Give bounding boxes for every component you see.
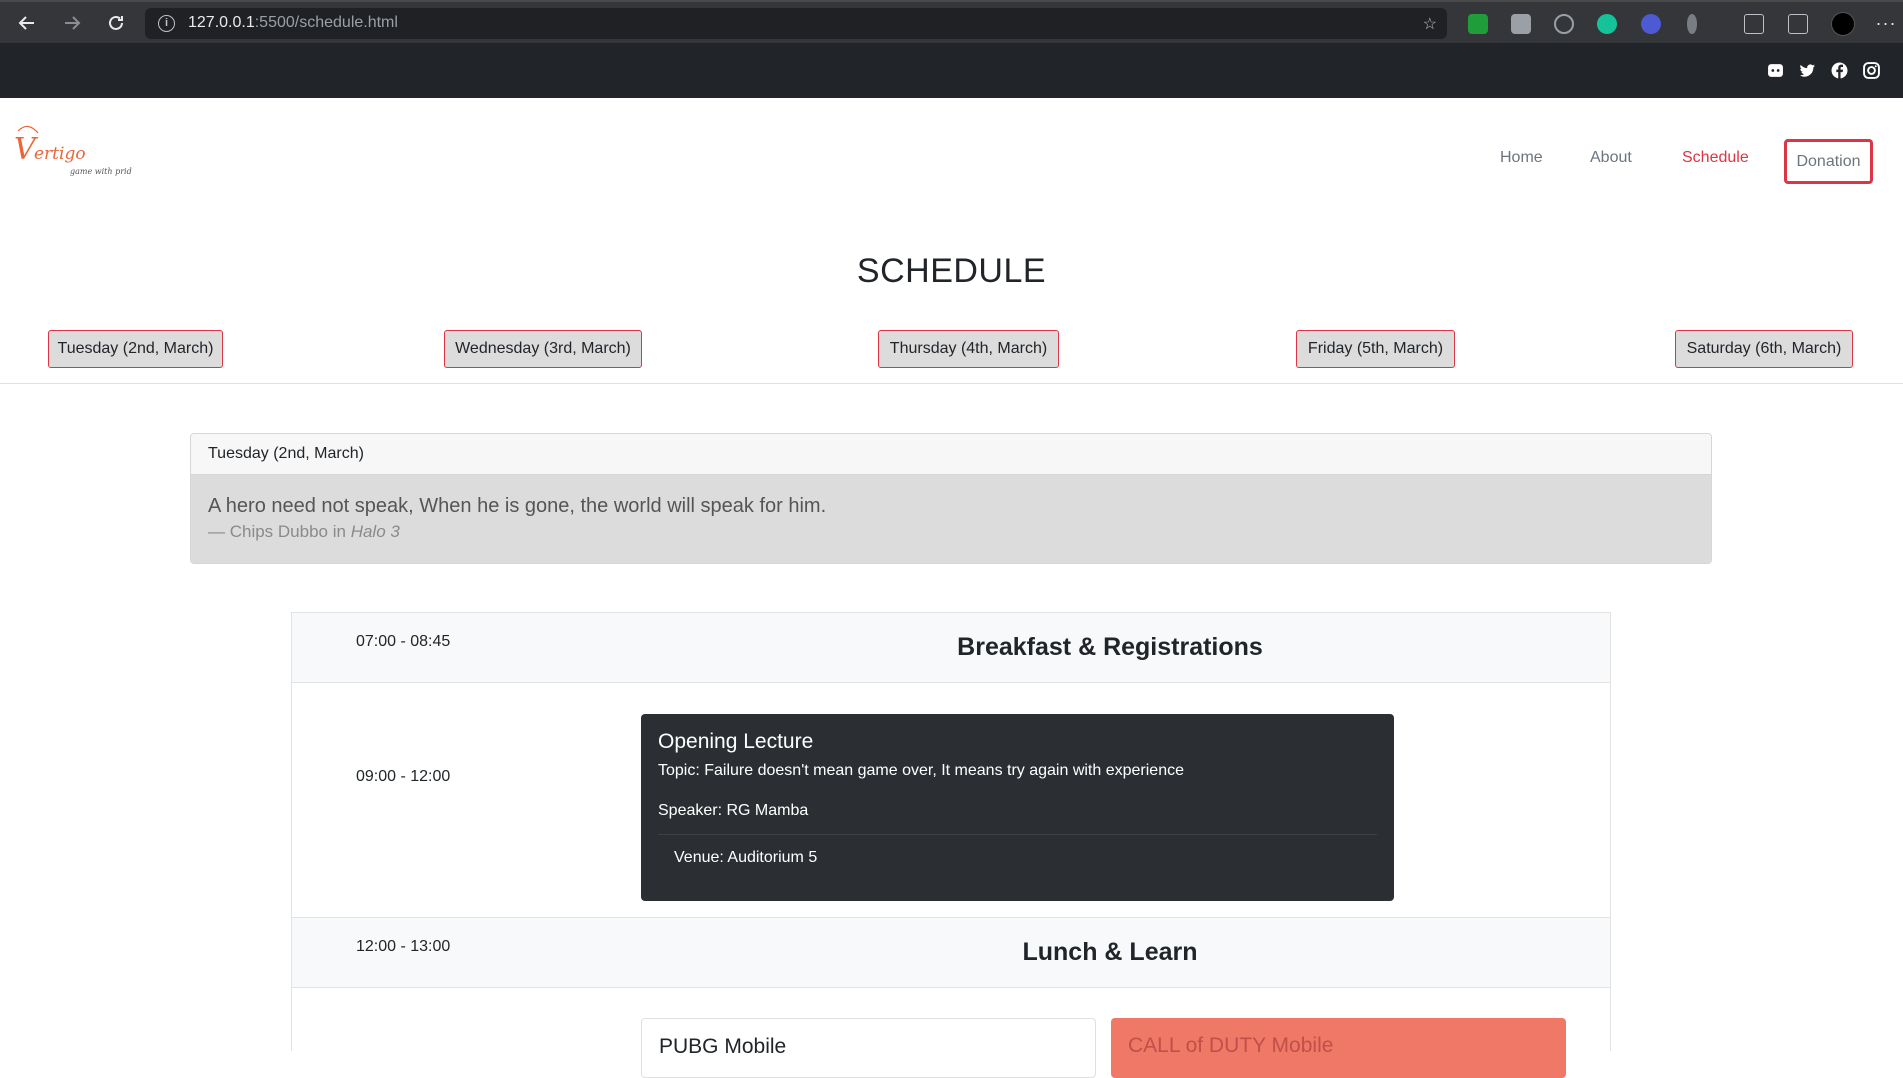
quote-source: — Chips Dubbo in Halo 3 [208, 522, 400, 541]
gear-extension-icon[interactable] [1641, 14, 1661, 34]
quote-card: Tuesday (2nd, March) A hero need not spe… [190, 433, 1712, 564]
collections-icon[interactable] [1788, 14, 1808, 34]
svg-text:ertigo: ertigo [34, 144, 86, 164]
game-card-pubg[interactable]: PUBG Mobile [641, 1018, 1096, 1078]
schedule-row: 12:00 - 13:00 Lunch & Learn [292, 918, 1610, 988]
nav-home[interactable]: Home [1500, 149, 1543, 167]
quote-source-work: Halo 3 [350, 522, 400, 541]
event-card: Opening Lecture Topic: Failure doesn't m… [641, 714, 1394, 901]
browser-toolbar: i 127.0.0.1:5500/schedule.html ☆ ··· [0, 0, 1903, 43]
row-time: 09:00 - 12:00 [356, 768, 451, 785]
event-divider [658, 834, 1377, 835]
divider [0, 383, 1903, 384]
top-social-bar [0, 43, 1903, 98]
moon-extension-icon[interactable] [1554, 14, 1574, 34]
discord-icon[interactable] [1767, 62, 1784, 79]
nav-schedule[interactable]: Schedule [1682, 149, 1749, 167]
back-icon[interactable] [15, 11, 39, 35]
game-card-cod[interactable]: CALL of DUTY Mobile [1111, 1018, 1566, 1078]
page-title: SCHEDULE [856, 252, 1047, 290]
event-speaker: Speaker: RG Mamba [658, 802, 809, 819]
day-tab-wednesday[interactable]: Wednesday (3rd, March) [444, 330, 642, 368]
nav-about[interactable]: About [1590, 149, 1632, 167]
more-menu-icon[interactable]: ··· [1874, 11, 1898, 35]
quote-card-header: Tuesday (2nd, March) [191, 434, 1711, 475]
schedule-table: 07:00 - 08:45 Breakfast & Registrations … [291, 612, 1611, 1078]
day-tab-thursday[interactable]: Thursday (4th, March) [878, 330, 1059, 368]
event-title: Opening Lecture [658, 730, 814, 753]
quote-text: A hero need not speak, When he is gone, … [208, 495, 827, 517]
day-tab-tuesday[interactable]: Tuesday (2nd, March) [48, 330, 223, 368]
day-tab-friday[interactable]: Friday (5th, March) [1296, 330, 1455, 368]
address-bar[interactable]: i 127.0.0.1:5500/schedule.html ☆ [145, 8, 1447, 39]
event-venue: Venue: Auditorium 5 [674, 849, 818, 866]
vertigo-logo[interactable]: V ertigo game with pride [12, 117, 132, 183]
quote-body: A hero need not speak, When he is gone, … [191, 475, 1711, 563]
grammarly-extension-icon[interactable] [1597, 14, 1617, 34]
row-title: Breakfast & Registrations [957, 633, 1263, 661]
forward-icon[interactable] [60, 11, 84, 35]
facebook-icon[interactable] [1831, 62, 1848, 79]
row-title: Lunch & Learn [1022, 938, 1198, 966]
svg-text:game with pride: game with pride [70, 167, 132, 176]
site-info-icon[interactable]: i [158, 15, 175, 32]
favorites-icon[interactable] [1744, 14, 1764, 34]
evernote-extension-icon[interactable] [1468, 14, 1488, 34]
instagram-icon[interactable] [1863, 62, 1880, 79]
camera-extension-icon[interactable] [1511, 14, 1531, 34]
pin-extension-icon[interactable] [1687, 14, 1697, 34]
profile-avatar[interactable] [1831, 12, 1855, 36]
twitter-icon[interactable] [1799, 62, 1816, 79]
bookmark-star-icon[interactable]: ☆ [1423, 14, 1437, 34]
event-topic: Topic: Failure doesn't mean game over, I… [658, 762, 1184, 779]
donation-button[interactable]: Donation [1784, 139, 1873, 184]
day-tab-saturday[interactable]: Saturday (6th, March) [1675, 330, 1853, 368]
reload-icon[interactable] [104, 11, 128, 35]
schedule-row: 07:00 - 08:45 Breakfast & Registrations [292, 613, 1610, 683]
url-text[interactable]: 127.0.0.1:5500/schedule.html [188, 14, 398, 32]
